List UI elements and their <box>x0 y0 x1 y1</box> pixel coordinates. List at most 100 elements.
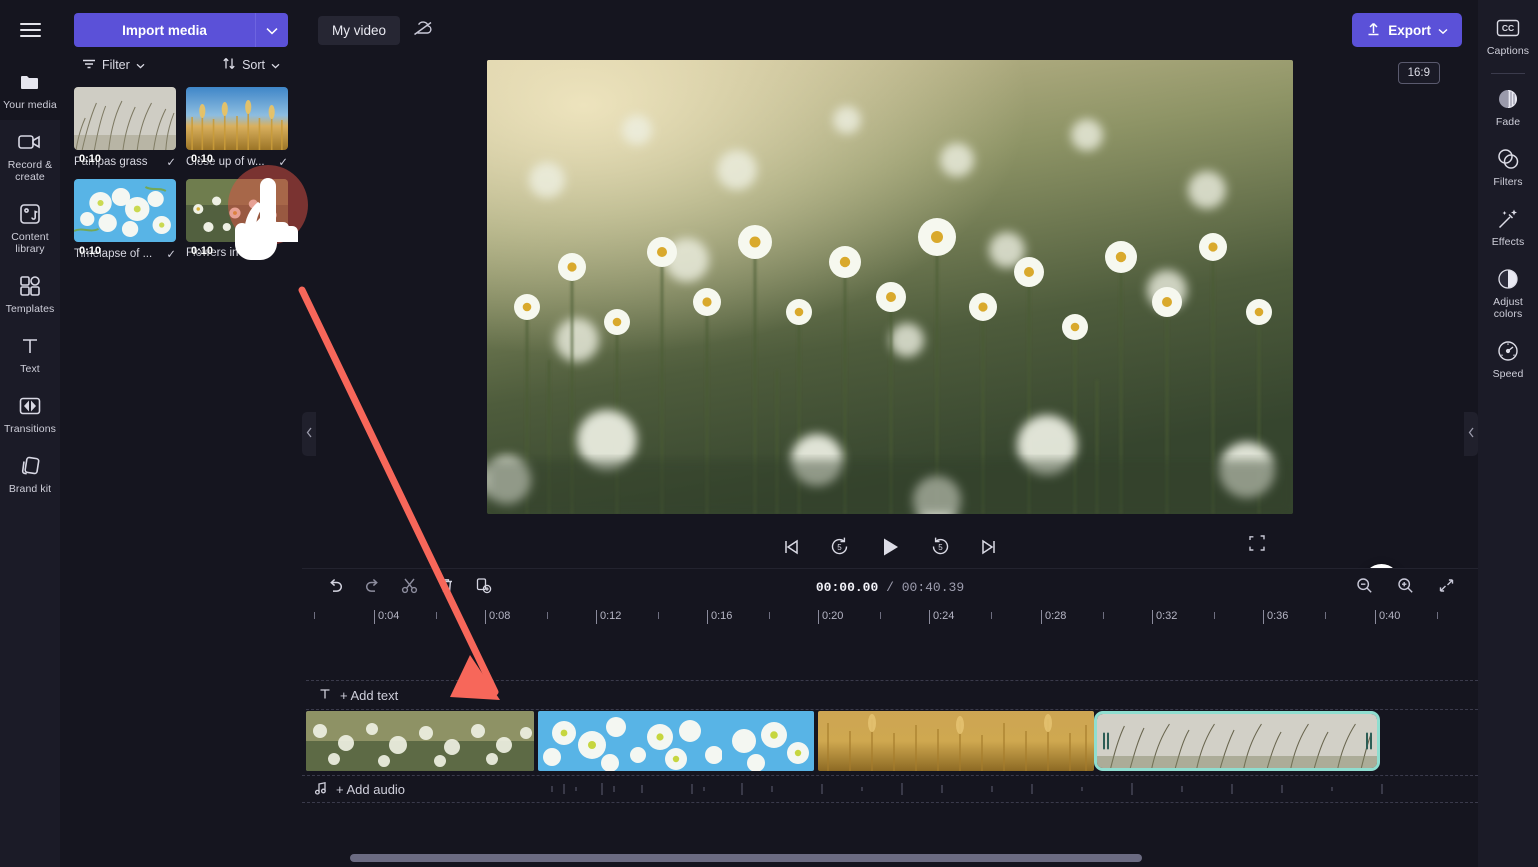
text-track: + Add text <box>306 680 1478 710</box>
check-icon: ✓ <box>278 157 288 169</box>
video-preview[interactable] <box>487 60 1293 514</box>
right-properties-rail: CC Captions Fade Filters Effects Adjust … <box>1478 0 1538 867</box>
timeline-edit-tools <box>322 572 497 602</box>
media-thumbnail <box>186 87 288 150</box>
collapse-media-panel-button[interactable] <box>302 412 316 456</box>
tool-effects[interactable]: Effects <box>1478 197 1538 257</box>
fit-to-screen-button[interactable] <box>1433 572 1460 602</box>
tool-fade[interactable]: Fade <box>1478 77 1538 137</box>
project-title-input[interactable]: My video <box>318 15 401 45</box>
play-icon <box>878 535 902 562</box>
fullscreen-button[interactable] <box>1244 530 1270 559</box>
chevron-left-icon <box>1468 427 1475 441</box>
tool-label: Captions <box>1486 45 1530 57</box>
sidebar-item-brand-kit[interactable]: Brand kit <box>0 444 60 504</box>
total-time: 00:40.39 <box>901 579 965 595</box>
media-item-timelapse-of-blossom[interactable]: 0:10 Timelapse of ... ✓ <box>74 179 176 261</box>
sidebar-item-content-library[interactable]: Content library <box>0 192 60 264</box>
media-item-flowers-in-meadow[interactable]: 0:10 Flowers in me <box>186 179 288 261</box>
content-library-icon <box>18 202 42 226</box>
svg-text:5: 5 <box>938 543 943 552</box>
tool-label: Adjust colors <box>1493 296 1523 320</box>
timeline-area: 00:00.00 / 00:40.39 0:04 0:08 0:12 0:16 … <box>302 568 1478 867</box>
ruler-label: 0:32 <box>1156 610 1178 622</box>
zoom-in-button[interactable] <box>1392 572 1419 602</box>
ruler-label: 0:40 <box>1379 610 1401 622</box>
duplicate-button[interactable] <box>470 572 497 602</box>
ruler-label: 0:36 <box>1267 610 1289 622</box>
timeline-clip-daisies[interactable] <box>306 711 534 771</box>
add-audio-track-button[interactable]: + Add audio <box>302 775 1478 803</box>
trash-icon <box>438 577 455 597</box>
add-text-track-button[interactable]: + Add text <box>306 680 1478 710</box>
tool-captions[interactable]: CC Captions <box>1478 6 1538 66</box>
chevron-left-icon <box>306 427 313 441</box>
time-separator: / <box>886 579 894 595</box>
trim-handle-right[interactable] <box>1364 732 1373 751</box>
media-item-pampas-grass[interactable]: 0:10 Pampas grass ✓ <box>74 87 176 169</box>
add-text-label: + Add text <box>340 687 399 703</box>
hamburger-menu-button[interactable] <box>0 0 60 60</box>
chevron-down-icon <box>136 58 145 72</box>
skip-to-end-button[interactable] <box>975 533 1003 564</box>
tool-speed[interactable]: Speed <box>1478 329 1538 389</box>
undo-icon <box>327 577 344 597</box>
brand-kit-icon <box>18 454 42 478</box>
text-icon <box>318 687 332 704</box>
sidebar-item-transitions[interactable]: Transitions <box>0 384 60 444</box>
sort-button[interactable]: Sort <box>222 57 280 73</box>
tool-adjust-colors[interactable]: Adjust colors <box>1478 257 1538 329</box>
expand-properties-panel-button[interactable] <box>1464 412 1478 456</box>
captions-icon: CC <box>1496 16 1520 40</box>
aspect-ratio-button[interactable]: 16:9 <box>1397 62 1440 84</box>
play-button[interactable] <box>874 531 906 566</box>
timeline-horizontal-scrollbar[interactable] <box>350 854 1142 862</box>
ruler-label: 0:04 <box>378 610 400 622</box>
text-icon <box>18 334 42 358</box>
skip-back-icon <box>781 537 801 560</box>
media-item-close-up-of-wheat[interactable]: 0:10 Close up of w... ✓ <box>186 87 288 169</box>
music-note-icon <box>314 781 328 798</box>
import-media-button[interactable]: Import media <box>74 13 255 47</box>
chevron-down-icon <box>266 23 278 38</box>
check-icon: ✓ <box>166 249 176 261</box>
skip-to-start-button[interactable] <box>777 533 805 564</box>
fit-screen-icon <box>1438 577 1455 597</box>
redo-button[interactable] <box>359 572 386 602</box>
zoom-out-button[interactable] <box>1351 572 1378 602</box>
timeline-clip-pampas-grass[interactable] <box>1094 711 1380 771</box>
undo-button[interactable] <box>322 572 349 602</box>
editor-main-area: My video Export 16:9 5 5 00:00.00 / 00:4… <box>302 0 1478 867</box>
cloud-off-button[interactable] <box>408 15 438 46</box>
split-button[interactable] <box>396 572 423 602</box>
timeline-clip-wheat[interactable] <box>818 711 1094 771</box>
sidebar-item-templates[interactable]: Templates <box>0 264 60 324</box>
filter-button[interactable]: Filter <box>82 57 145 73</box>
delete-button[interactable] <box>433 572 460 602</box>
sidebar-item-your-media[interactable]: Your media <box>0 60 60 120</box>
left-navigation-rail: Your media Record & create Content libra… <box>0 0 60 867</box>
trim-handle-left[interactable] <box>1101 732 1110 751</box>
filter-sort-row: Filter Sort <box>74 57 288 73</box>
import-media-dropdown-button[interactable] <box>255 13 288 47</box>
forward-5-button[interactable]: 5 <box>926 532 955 564</box>
ruler-label: 0:16 <box>711 610 733 622</box>
sidebar-item-text[interactable]: Text <box>0 324 60 384</box>
media-duration: 0:10 <box>191 153 214 165</box>
tool-label: Effects <box>1491 236 1525 248</box>
sidebar-item-label: Text <box>20 363 40 375</box>
export-button[interactable]: Export <box>1352 13 1462 47</box>
your-media-panel: Import media Filter Sort 0:10 Pampas gra… <box>60 0 302 867</box>
media-thumbnail <box>74 179 176 242</box>
media-thumbnail <box>74 87 176 150</box>
zoom-out-icon <box>1356 577 1373 597</box>
transitions-icon <box>18 394 42 418</box>
timeline-ruler[interactable]: 0:04 0:08 0:12 0:16 0:20 0:24 0:28 0:32 … <box>306 605 1478 633</box>
video-camera-icon <box>17 130 43 154</box>
sidebar-item-record-create[interactable]: Record & create <box>0 120 60 192</box>
timeline-clip-blossom[interactable] <box>538 711 814 771</box>
tool-filters[interactable]: Filters <box>1478 137 1538 197</box>
filters-icon <box>1496 147 1520 171</box>
tool-label: Filters <box>1493 176 1523 188</box>
rewind-5-button[interactable]: 5 <box>825 532 854 564</box>
